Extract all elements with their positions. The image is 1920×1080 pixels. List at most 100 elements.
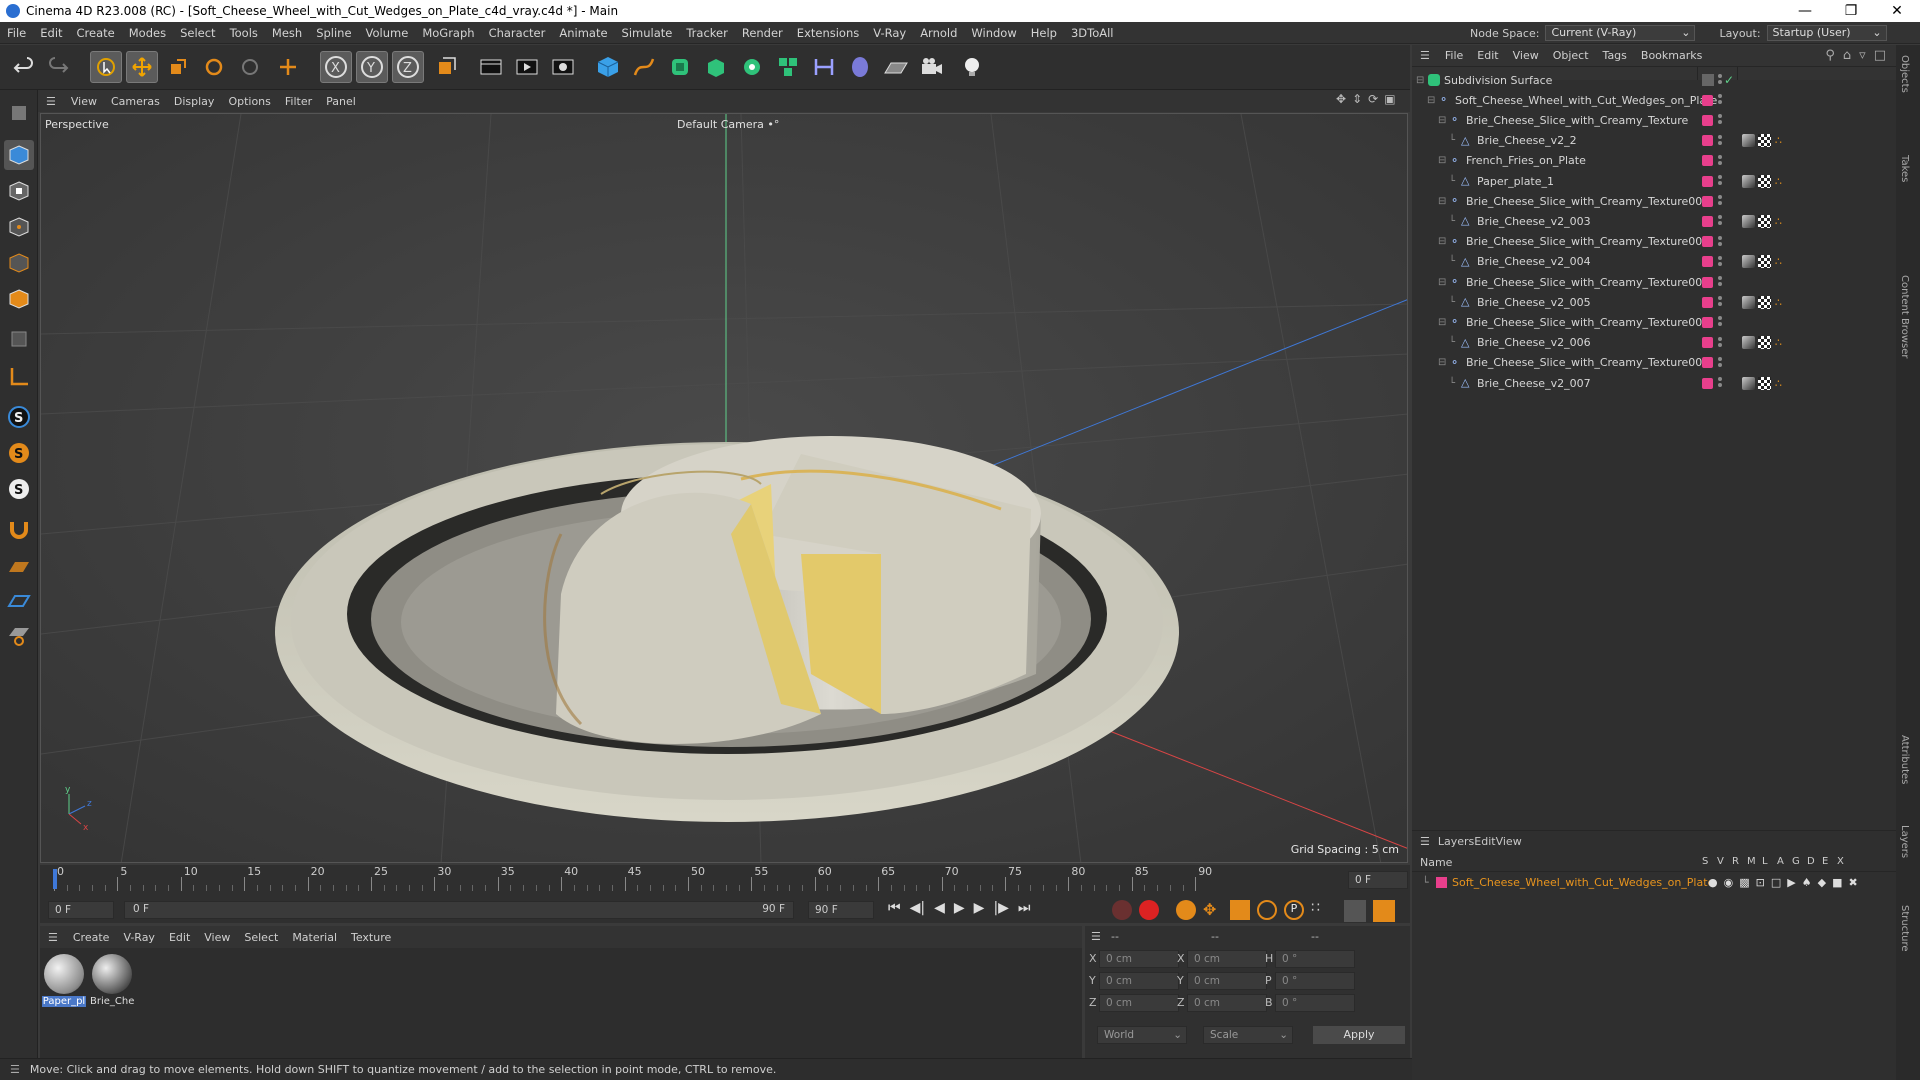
z-axis-lock-icon[interactable]: Z <box>392 51 424 83</box>
floor-icon[interactable] <box>880 51 912 83</box>
layer-color-swatch[interactable] <box>1702 377 1713 389</box>
layer-color-swatch[interactable] <box>1702 175 1713 187</box>
go-to-end-icon[interactable]: ⏭ <box>1018 900 1031 916</box>
menu-v-ray[interactable]: V-Ray <box>866 22 913 44</box>
object-row[interactable]: └ △ Brie_Cheese_v2_2 ∴ <box>1412 131 1896 151</box>
solo-icon[interactable]: ● <box>1708 876 1718 889</box>
expand-collapse-icon[interactable]: ⊟ <box>1438 236 1446 247</box>
coord-position-field[interactable]: 0 cm <box>1099 950 1179 968</box>
layer-color-swatch[interactable] <box>1702 256 1713 268</box>
menu-3dtoall[interactable]: 3DToAll <box>1064 22 1121 44</box>
viewport-menu-panel[interactable]: Panel <box>319 95 363 108</box>
object-row[interactable]: └ △ Brie_Cheese_v2_007 ∴ <box>1412 373 1896 393</box>
object-menu-bookmarks[interactable]: Bookmarks <box>1634 49 1709 62</box>
coord-rotation-field[interactable]: 0 ° <box>1275 972 1355 990</box>
object-row[interactable]: ⊟ ⚬ Brie_Cheese_Slice_with_Creamy_Texture <box>1412 110 1896 130</box>
material-tag-icon[interactable] <box>1742 295 1755 309</box>
key-scale-icon[interactable] <box>1230 900 1250 920</box>
node-space-dropdown[interactable]: Current (V-Ray) ⌄ <box>1545 25 1696 41</box>
object-menu-tags[interactable]: Tags <box>1596 49 1634 62</box>
autokey-icon[interactable] <box>1139 900 1159 920</box>
edges-mode-icon[interactable] <box>4 248 34 278</box>
layer-color-swatch[interactable] <box>1702 276 1713 288</box>
texture-tag-icon[interactable] <box>1758 134 1771 148</box>
expand-collapse-icon[interactable]: ⊟ <box>1438 317 1446 328</box>
enabled-check-icon[interactable]: ✓ <box>1724 73 1734 87</box>
viewport-menu-filter[interactable]: Filter <box>278 95 319 108</box>
visibility-dots-icon[interactable] <box>1718 175 1722 187</box>
layer-column-m[interactable]: M <box>1747 856 1757 867</box>
expressions-icon[interactable]: ■ <box>1832 876 1842 889</box>
texture-tag-icon[interactable] <box>1758 295 1771 309</box>
filter-icon[interactable]: ▿ <box>1859 48 1866 63</box>
search-icon[interactable]: ⚲ <box>1825 48 1835 63</box>
generators-icon[interactable]: ♠ <box>1802 876 1812 889</box>
texture-tag-icon[interactable] <box>1758 336 1771 350</box>
render-settings-icon[interactable] <box>547 51 579 83</box>
orbit-icon[interactable]: ⟳ <box>1368 92 1378 106</box>
material-menu-texture[interactable]: Texture <box>344 931 398 944</box>
cube-icon[interactable] <box>592 51 624 83</box>
layer-column-d[interactable]: D <box>1807 856 1817 867</box>
next-key-icon[interactable]: |▶ <box>993 900 1008 916</box>
layer-color-swatch[interactable] <box>1702 296 1713 308</box>
menu-tracker[interactable]: Tracker <box>679 22 735 44</box>
apply-button[interactable]: Apply <box>1313 1026 1405 1044</box>
material-menu-edit[interactable]: Edit <box>162 931 197 944</box>
hamburger-icon[interactable]: ☰ <box>1412 49 1438 62</box>
cloner-icon[interactable] <box>736 51 768 83</box>
coord-position-field[interactable]: 0 cm <box>1099 994 1179 1012</box>
key-parameter-icon[interactable]: P <box>1284 900 1304 920</box>
play-icon[interactable]: ▶ <box>954 900 965 916</box>
visibility-dots-icon[interactable] <box>1718 114 1722 126</box>
phong-tag-icon[interactable]: ∴ <box>1775 255 1782 268</box>
menu-mograph[interactable]: MoGraph <box>415 22 481 44</box>
layer-column-s[interactable]: S <box>1702 856 1712 867</box>
object-row[interactable]: └ △ Brie_Cheese_v2_006 ∴ <box>1412 333 1896 353</box>
layer-menu-view[interactable]: View <box>1496 835 1522 848</box>
side-tab-content-browser[interactable]: Content Browser <box>1899 275 1910 358</box>
previous-frame-icon[interactable]: ◀ <box>934 900 945 916</box>
viewport-menu-view[interactable]: View <box>64 95 104 108</box>
expand-collapse-icon[interactable]: ⊟ <box>1427 95 1435 106</box>
animation-icon[interactable]: ▶ <box>1787 876 1795 889</box>
new-window-icon[interactable]: □ <box>1874 48 1886 63</box>
menu-extensions[interactable]: Extensions <box>790 22 866 44</box>
previous-key-icon[interactable]: ◀| <box>910 900 925 916</box>
coord-position-field[interactable]: 0 cm <box>1099 972 1179 990</box>
visibility-dots-icon[interactable] <box>1718 377 1722 389</box>
recent-tool-icon[interactable] <box>234 51 266 83</box>
mograph-icon[interactable] <box>772 51 804 83</box>
home-icon[interactable]: ⌂ <box>1843 48 1851 63</box>
maximize-view-icon[interactable]: ▣ <box>1384 92 1395 106</box>
object-menu-object[interactable]: Object <box>1546 49 1596 62</box>
object-row[interactable]: └ △ Brie_Cheese_v2_005 ∴ <box>1412 292 1896 312</box>
expand-collapse-icon[interactable]: ⊟ <box>1438 115 1446 126</box>
visibility-dots-icon[interactable] <box>1718 94 1722 106</box>
layer-color-swatch[interactable] <box>1702 316 1713 328</box>
expand-collapse-icon[interactable]: ⊟ <box>1416 75 1424 86</box>
layer-color-swatch[interactable] <box>1702 94 1713 106</box>
material-menu-v-ray[interactable]: V-Ray <box>116 931 162 944</box>
render-icon[interactable]: ▩ <box>1739 876 1749 889</box>
menu-spline[interactable]: Spline <box>309 22 358 44</box>
hamburger-icon[interactable]: ☰ <box>1091 930 1101 943</box>
scale-tool-icon[interactable] <box>162 51 194 83</box>
side-tab-structure[interactable]: Structure <box>1899 905 1910 952</box>
menu-modes[interactable]: Modes <box>122 22 173 44</box>
key-rotation-icon[interactable] <box>1257 900 1277 920</box>
motion-mode-icon[interactable] <box>1344 900 1366 922</box>
menu-create[interactable]: Create <box>70 22 122 44</box>
render-picture-viewer-icon[interactable] <box>511 51 543 83</box>
hamburger-icon[interactable]: ☰ <box>40 931 66 944</box>
move-tool-icon[interactable] <box>126 51 158 83</box>
points-mode-icon[interactable] <box>4 212 34 242</box>
coordinate-system-icon[interactable] <box>430 51 462 83</box>
hamburger-icon[interactable]: ☰ <box>0 1063 30 1076</box>
redo-icon[interactable] <box>42 51 74 83</box>
x-axis-lock-icon[interactable]: X <box>320 51 352 83</box>
restore-icon[interactable]: ❐ <box>1828 0 1874 22</box>
object-row[interactable]: └ △ Paper_plate_1 ∴ <box>1412 171 1896 191</box>
material-menu-view[interactable]: View <box>197 931 237 944</box>
layer-color-swatch[interactable] <box>1702 155 1713 167</box>
